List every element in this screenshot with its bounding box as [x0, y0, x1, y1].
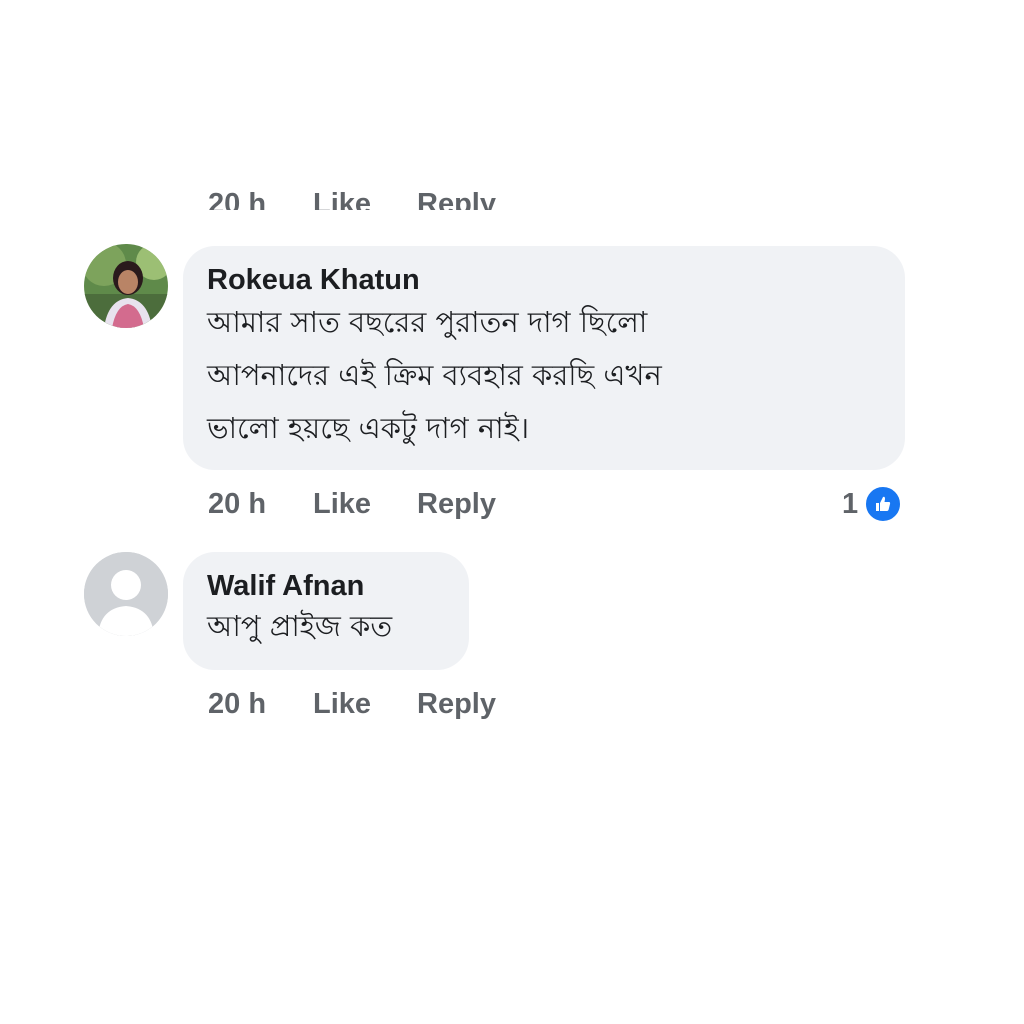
comment-actions: 20 h Like Reply	[208, 684, 496, 724]
comment-author[interactable]: Walif Afnan	[207, 568, 445, 604]
reply-button[interactable]: Reply	[417, 688, 496, 721]
comment-timestamp: 20 h	[208, 687, 267, 720]
profile-photo	[84, 244, 168, 328]
avatar[interactable]	[84, 552, 168, 636]
comment-text: আমার সাত বছরের পুরাতন দাগ ছিলো আপনাদের এ…	[207, 305, 662, 445]
comment-text: আপু প্রাইজ কত	[207, 609, 393, 643]
like-button[interactable]: Like	[313, 488, 417, 521]
avatar[interactable]	[84, 244, 168, 328]
comment-author[interactable]: Rokeua Khatun	[207, 262, 881, 298]
comment-actions: 20 h Like Reply	[208, 484, 496, 524]
reaction-count: 1	[842, 487, 859, 520]
previous-comment-actions: 20 h Like Reply	[208, 186, 496, 211]
reply-button[interactable]: Reply	[417, 488, 496, 521]
comment-timestamp: 20 h	[208, 487, 267, 520]
reaction-summary[interactable]: 1	[842, 484, 903, 524]
default-profile-icon	[84, 552, 168, 636]
like-button[interactable]: Like	[313, 188, 417, 211]
comment-bubble: Walif Afnan আপু প্রাইজ কত	[183, 552, 469, 670]
reply-button[interactable]: Reply	[417, 188, 496, 211]
like-button[interactable]: Like	[313, 688, 417, 721]
comment-timestamp: 20 h	[208, 187, 267, 211]
thumbs-up-icon	[864, 485, 903, 523]
comment-bubble: Rokeua Khatun আমার সাত বছরের পুরাতন দাগ …	[183, 246, 905, 470]
